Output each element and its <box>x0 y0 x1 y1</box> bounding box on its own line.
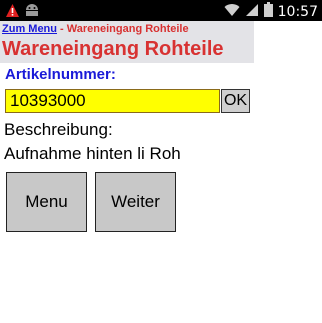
description-value: Aufnahme hinten li Roh <box>4 144 181 163</box>
page-title: Wareneingang Rohteile <box>2 38 224 60</box>
wifi-icon <box>224 3 240 22</box>
breadcrumb: Zum Menu - Wareneingang Rohteile <box>2 22 189 36</box>
description-label: Beschreibung: <box>4 120 113 139</box>
status-clock: 10:57 <box>277 3 318 20</box>
notification-icons <box>5 3 40 23</box>
signal-icon <box>245 3 259 22</box>
ok-button[interactable]: OK <box>221 89 250 113</box>
menu-button[interactable]: Menu <box>6 172 87 232</box>
back-to-menu-link[interactable]: Zum Menu <box>2 23 57 35</box>
breadcrumb-current: Wareneingang Rohteile <box>66 23 189 35</box>
status-bar: 10:57 <box>0 0 322 21</box>
system-icons: 10:57 <box>224 2 318 22</box>
breadcrumb-separator: - <box>57 23 67 35</box>
article-number-input[interactable] <box>5 89 220 113</box>
next-button[interactable]: Weiter <box>95 172 176 232</box>
battery-icon <box>263 2 273 22</box>
warning-icon <box>5 3 20 23</box>
android-icon <box>24 3 40 23</box>
article-number-label: Artikelnummer: <box>5 66 116 83</box>
